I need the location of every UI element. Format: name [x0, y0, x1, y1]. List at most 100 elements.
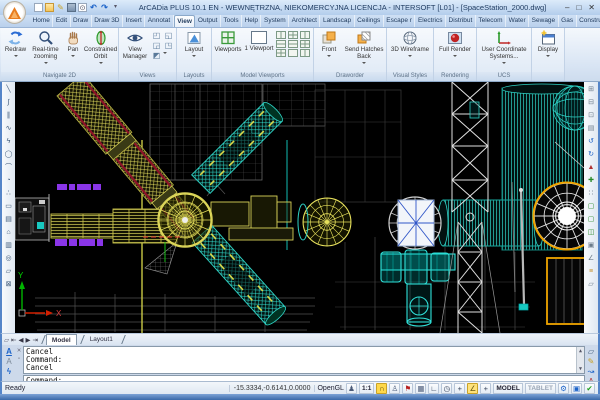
view-front-icon[interactable]: ◳	[163, 41, 174, 50]
sketch-tool-icon[interactable]: ϟ	[7, 135, 11, 148]
curve-tool-icon[interactable]: ∿	[6, 122, 12, 135]
image-tool-icon[interactable]: ⊠	[6, 278, 12, 291]
tab-distribution[interactable]: Distribut	[446, 15, 476, 27]
annotation-bell-icon[interactable]: ∩	[376, 383, 387, 394]
tab-escape-routes[interactable]: Escape r	[384, 15, 416, 27]
view-back-icon[interactable]: ◲	[151, 41, 162, 50]
stamp-icon[interactable]: ⊡	[588, 109, 594, 122]
hatch-tool-icon[interactable]: ▤	[5, 213, 12, 226]
3d-wireframe-button[interactable]: 3D Wireframe	[388, 29, 432, 72]
text-style-alt-icon[interactable]: A	[6, 357, 11, 366]
settings-gear-icon[interactable]: ⚙	[558, 383, 569, 394]
measure-angle-icon[interactable]: ∠	[588, 252, 594, 265]
viewport-layout-icon[interactable]	[288, 40, 298, 48]
line-tool-icon[interactable]: ╲	[6, 83, 10, 96]
tab-edit[interactable]: Edit	[53, 15, 70, 27]
send-hatches-back-button[interactable]: Send Hatches Back	[343, 29, 385, 72]
one-viewport-button[interactable]: 1 Viewport	[243, 29, 275, 72]
leader-icon[interactable]: ↝	[588, 367, 595, 376]
toolbar-options-icon[interactable]: ▾	[111, 3, 120, 12]
viewport-split-horizontal-icon[interactable]	[276, 40, 286, 48]
circle-tool-icon[interactable]: ◯	[5, 148, 13, 161]
viewport-split-quad-icon[interactable]	[276, 49, 286, 57]
ortho-toggle-icon[interactable]: ∟	[428, 383, 439, 394]
arc-tool-icon[interactable]: ⌒	[5, 161, 12, 174]
rectangle-tool-icon[interactable]: ▭	[5, 200, 12, 213]
polar-toggle-icon[interactable]: ◷	[441, 383, 452, 394]
tab-draw[interactable]: Draw	[71, 15, 92, 27]
ucs-button[interactable]: User Coordinate Systems...	[478, 29, 530, 72]
layer-sheet-icon[interactable]: ▱	[588, 347, 594, 356]
display-button[interactable]: Display	[533, 29, 563, 72]
annotation-scale[interactable]: 1:1	[359, 383, 374, 394]
nav-next-button[interactable]: ▶	[25, 336, 30, 344]
edit-icon[interactable]: ✎	[56, 3, 65, 12]
layout-button[interactable]: Layout	[178, 29, 210, 72]
status-check-icon[interactable]: ✔	[584, 383, 595, 394]
tab-gas[interactable]: Gas	[559, 15, 577, 27]
point-tool-icon[interactable]: ∴	[6, 187, 10, 200]
axis-pyramid-icon[interactable]: ▲	[588, 161, 595, 174]
tab-layout1[interactable]: Layout1	[85, 334, 118, 345]
nav-prev-button[interactable]: ◀	[18, 336, 23, 344]
region-tool-icon[interactable]: ▥	[5, 239, 12, 252]
view-manager-button[interactable]: View Manager	[120, 29, 150, 72]
viewport-split-vertical-icon[interactable]	[276, 31, 286, 39]
command-scrollbar[interactable]: ▲ ▼	[576, 347, 584, 373]
block-icon[interactable]: ▢	[588, 200, 595, 213]
command-pin-icon[interactable]: ▫	[18, 356, 20, 362]
tab-water[interactable]: Water	[506, 15, 529, 27]
coordinates-readout[interactable]: -15.3334,-0.6141,0.0000	[229, 385, 316, 392]
rotate-ccw-icon[interactable]: ↺	[588, 135, 594, 148]
array-icon[interactable]: ▤	[588, 122, 595, 135]
text-style-icon[interactable]: A	[6, 347, 12, 356]
group-icon[interactable]: ▢	[588, 213, 595, 226]
tab-tools[interactable]: Tools	[221, 15, 242, 27]
tab-telecom[interactable]: Telecom	[476, 15, 506, 27]
tab-draw3d[interactable]: Draw 3D	[92, 15, 123, 27]
undo-icon[interactable]: ↶	[89, 3, 98, 12]
tab-electrics[interactable]: Electrics	[415, 15, 446, 27]
split-view-icon[interactable]: ◫	[588, 226, 595, 239]
tab-insert[interactable]: Insert	[123, 15, 145, 27]
polygon-tool-icon[interactable]: ⌂	[6, 226, 10, 239]
front-button[interactable]: Front	[315, 29, 343, 72]
camera-view-icon[interactable]: ◱	[163, 31, 174, 40]
list-icon[interactable]: ≡	[589, 265, 593, 278]
tab-model[interactable]: Model	[46, 334, 77, 345]
model-space-toggle[interactable]: MODEL	[493, 383, 522, 394]
redraw-button[interactable]: Redraw	[2, 29, 29, 72]
new-file-icon[interactable]	[34, 3, 43, 12]
view-iso-icon[interactable]: ◩	[151, 51, 162, 60]
tab-ceilings[interactable]: Ceilings	[355, 15, 384, 27]
otrack-toggle-icon[interactable]: ∠	[467, 383, 478, 394]
tab-sewage[interactable]: Sewage	[529, 15, 559, 27]
grid-toggle-icon[interactable]: ▦	[415, 383, 426, 394]
copy-icon[interactable]: ⊞	[588, 83, 594, 96]
save-icon[interactable]	[67, 3, 76, 12]
viewport-layout-icon[interactable]	[288, 49, 298, 57]
open-file-icon[interactable]	[45, 3, 54, 12]
cube-icon[interactable]: ▣	[588, 239, 595, 252]
realtime-zoom-button[interactable]: Real-time zooming	[29, 29, 62, 72]
maximize-button[interactable]: □	[576, 2, 581, 14]
tab-landscape[interactable]: Landscap	[320, 15, 354, 27]
constrained-orbit-button[interactable]: Constrained Orbit	[84, 29, 117, 72]
annotation-visibility-icon[interactable]: ♙	[389, 383, 400, 394]
app-logo-icon[interactable]	[3, 1, 26, 24]
viewport-layout-icon[interactable]	[300, 49, 310, 57]
tab-annotate[interactable]: Annotat	[145, 15, 173, 27]
osnap-toggle-icon[interactable]: +	[454, 383, 465, 394]
tab-construction[interactable]: Constru	[577, 15, 600, 27]
flag-icon[interactable]: ⚑	[402, 383, 413, 394]
redo-icon[interactable]: ↷	[100, 3, 109, 12]
shape-tool-icon[interactable]: ▱	[6, 265, 11, 278]
display-monitor-icon[interactable]: ▣	[571, 383, 582, 394]
named-view-icon[interactable]: ◰	[151, 31, 162, 40]
drawing-canvas[interactable]: Y X	[15, 82, 584, 333]
double-line-tool-icon[interactable]: ∥	[7, 109, 11, 122]
tab-architect[interactable]: Architect	[289, 15, 320, 27]
paste-icon[interactable]: ⊟	[588, 96, 594, 109]
annotate-pencil-icon[interactable]: ✎	[588, 357, 595, 366]
annotation-person-icon[interactable]: ♟	[346, 383, 357, 394]
